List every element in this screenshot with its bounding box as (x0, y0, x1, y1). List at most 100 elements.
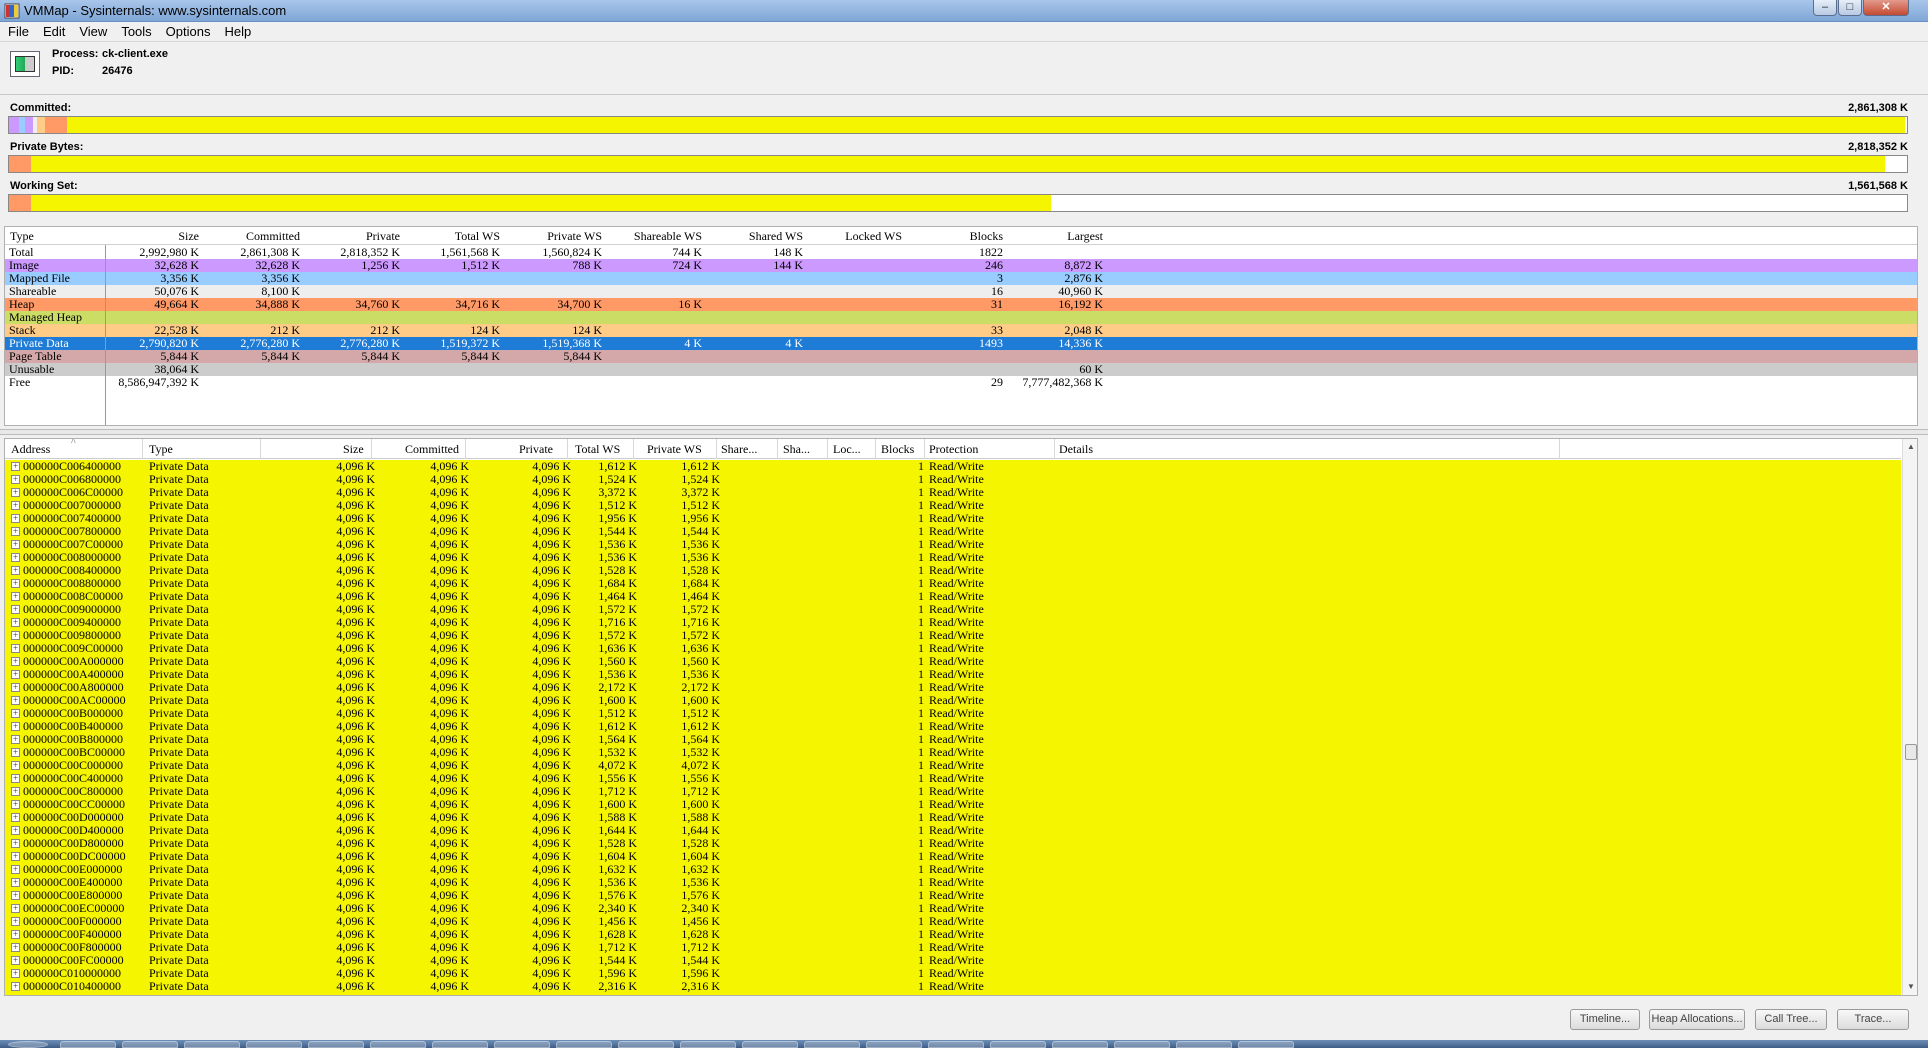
expand-icon[interactable]: + (11, 839, 20, 848)
detail-table[interactable]: Address ^ Type Size Committed Private To… (4, 438, 1918, 996)
detail-col-protection[interactable]: Protection (929, 442, 978, 457)
detail-col-details[interactable]: Details (1059, 442, 1093, 457)
expand-icon[interactable]: + (11, 488, 20, 497)
expand-icon[interactable]: + (11, 475, 20, 484)
summary-col-blocks[interactable]: Blocks (970, 229, 1003, 244)
expand-icon[interactable]: + (11, 553, 20, 562)
start-button[interactable] (8, 1041, 48, 1048)
detail-col-private[interactable]: Private (519, 442, 553, 457)
summary-col-private[interactable]: Private (366, 229, 400, 244)
pane-splitter[interactable] (0, 429, 1928, 435)
taskbar-item[interactable] (866, 1041, 922, 1048)
maximize-button[interactable]: □ (1838, 0, 1862, 16)
expand-icon[interactable]: + (11, 852, 20, 861)
summary-table[interactable]: Type Size Committed Private Total WS Pri… (4, 226, 1918, 426)
taskbar-item[interactable] (246, 1041, 302, 1048)
taskbar-item[interactable] (928, 1041, 984, 1048)
detail-col-locked-ws[interactable]: Loc... (833, 442, 861, 457)
expand-icon[interactable]: + (11, 631, 20, 640)
expand-icon[interactable]: + (11, 813, 20, 822)
expand-icon[interactable]: + (11, 982, 20, 991)
expand-icon[interactable]: + (11, 735, 20, 744)
taskbar-item[interactable] (1176, 1041, 1232, 1048)
summary-col-type[interactable]: Type (10, 229, 34, 244)
detail-col-shareable-ws[interactable]: Share... (721, 442, 757, 457)
expand-icon[interactable]: + (11, 878, 20, 887)
scroll-up-icon[interactable]: ▲ (1903, 439, 1917, 455)
expand-icon[interactable]: + (11, 696, 20, 705)
expand-icon[interactable]: + (11, 605, 20, 614)
timeline-button[interactable]: Timeline... (1570, 1009, 1640, 1030)
scroll-down-icon[interactable]: ▼ (1903, 979, 1917, 995)
detail-col-committed[interactable]: Committed (405, 442, 459, 457)
menu-file[interactable]: File (0, 22, 35, 39)
close-button[interactable]: ✕ (1863, 0, 1909, 16)
expand-icon[interactable]: + (11, 917, 20, 926)
expand-icon[interactable]: + (11, 514, 20, 523)
detail-col-shared-ws[interactable]: Sha... (783, 442, 810, 457)
table-row[interactable]: +000000C010400000 Private Data 4,096 K 4,09… (5, 980, 1901, 993)
menu-options[interactable]: Options (158, 22, 217, 39)
taskbar-item[interactable] (804, 1041, 860, 1048)
expand-icon[interactable]: + (11, 748, 20, 757)
taskbar-item[interactable] (308, 1041, 364, 1048)
summary-col-largest[interactable]: Largest (1067, 229, 1103, 244)
taskbar-item[interactable] (742, 1041, 798, 1048)
summary-col-size[interactable]: Size (178, 229, 199, 244)
summary-col-shareable-ws[interactable]: Shareable WS (634, 229, 702, 244)
taskbar-item[interactable] (1052, 1041, 1108, 1048)
expand-icon[interactable]: + (11, 618, 20, 627)
trace-button[interactable]: Trace... (1837, 1009, 1909, 1030)
detail-col-private-ws[interactable]: Private WS (647, 442, 702, 457)
menu-edit[interactable]: Edit (35, 22, 71, 39)
expand-icon[interactable]: + (11, 579, 20, 588)
summary-row-page-table[interactable]: Page Table 5,844 K 5,844 K 5,844 K 5,844 K 5,… (5, 350, 1917, 363)
expand-icon[interactable]: + (11, 956, 20, 965)
menu-tools[interactable]: Tools (113, 22, 157, 39)
expand-icon[interactable]: + (11, 592, 20, 601)
scroll-thumb[interactable] (1905, 744, 1917, 760)
taskbar-item[interactable] (432, 1041, 488, 1048)
taskbar-item[interactable] (122, 1041, 178, 1048)
expand-icon[interactable]: + (11, 787, 20, 796)
expand-icon[interactable]: + (11, 527, 20, 536)
taskbar-item[interactable] (370, 1041, 426, 1048)
taskbar-item[interactable] (680, 1041, 736, 1048)
detail-col-type[interactable]: Type (149, 442, 173, 457)
detail-col-size[interactable]: Size (343, 442, 364, 457)
call-tree-button[interactable]: Call Tree... (1755, 1009, 1827, 1030)
expand-icon[interactable]: + (11, 826, 20, 835)
detail-col-blocks[interactable]: Blocks (881, 442, 914, 457)
expand-icon[interactable]: + (11, 943, 20, 952)
detail-col-address[interactable]: Address (11, 442, 50, 457)
expand-icon[interactable]: + (11, 774, 20, 783)
summary-col-locked-ws[interactable]: Locked WS (845, 229, 902, 244)
summary-col-shared-ws[interactable]: Shared WS (749, 229, 803, 244)
taskbar-item[interactable] (494, 1041, 550, 1048)
minimize-button[interactable]: – (1813, 0, 1837, 16)
summary-col-private-ws[interactable]: Private WS (547, 229, 602, 244)
detail-vertical-scrollbar[interactable]: ▲ ▼ (1902, 439, 1917, 995)
taskbar-item[interactable] (60, 1041, 116, 1048)
menu-help[interactable]: Help (216, 22, 257, 39)
detail-col-total-ws[interactable]: Total WS (575, 442, 620, 457)
summary-col-total-ws[interactable]: Total WS (455, 229, 500, 244)
menu-view[interactable]: View (71, 22, 113, 39)
summary-row-free[interactable]: Free 8,586,947,392 K 29 7,777,482,368 K (5, 376, 1917, 389)
expand-icon[interactable]: + (11, 761, 20, 770)
expand-icon[interactable]: + (11, 930, 20, 939)
expand-icon[interactable]: + (11, 891, 20, 900)
summary-row-unusable[interactable]: Unusable 38,064 K 60 K (5, 363, 1917, 376)
expand-icon[interactable]: + (11, 904, 20, 913)
expand-icon[interactable]: + (11, 800, 20, 809)
expand-icon[interactable]: + (11, 865, 20, 874)
expand-icon[interactable]: + (11, 709, 20, 718)
expand-icon[interactable]: + (11, 501, 20, 510)
expand-icon[interactable]: + (11, 566, 20, 575)
summary-col-committed[interactable]: Committed (246, 229, 300, 244)
taskbar-item[interactable] (990, 1041, 1046, 1048)
taskbar-item[interactable] (618, 1041, 674, 1048)
taskbar-item[interactable] (184, 1041, 240, 1048)
expand-icon[interactable]: + (11, 657, 20, 666)
expand-icon[interactable]: + (11, 644, 20, 653)
